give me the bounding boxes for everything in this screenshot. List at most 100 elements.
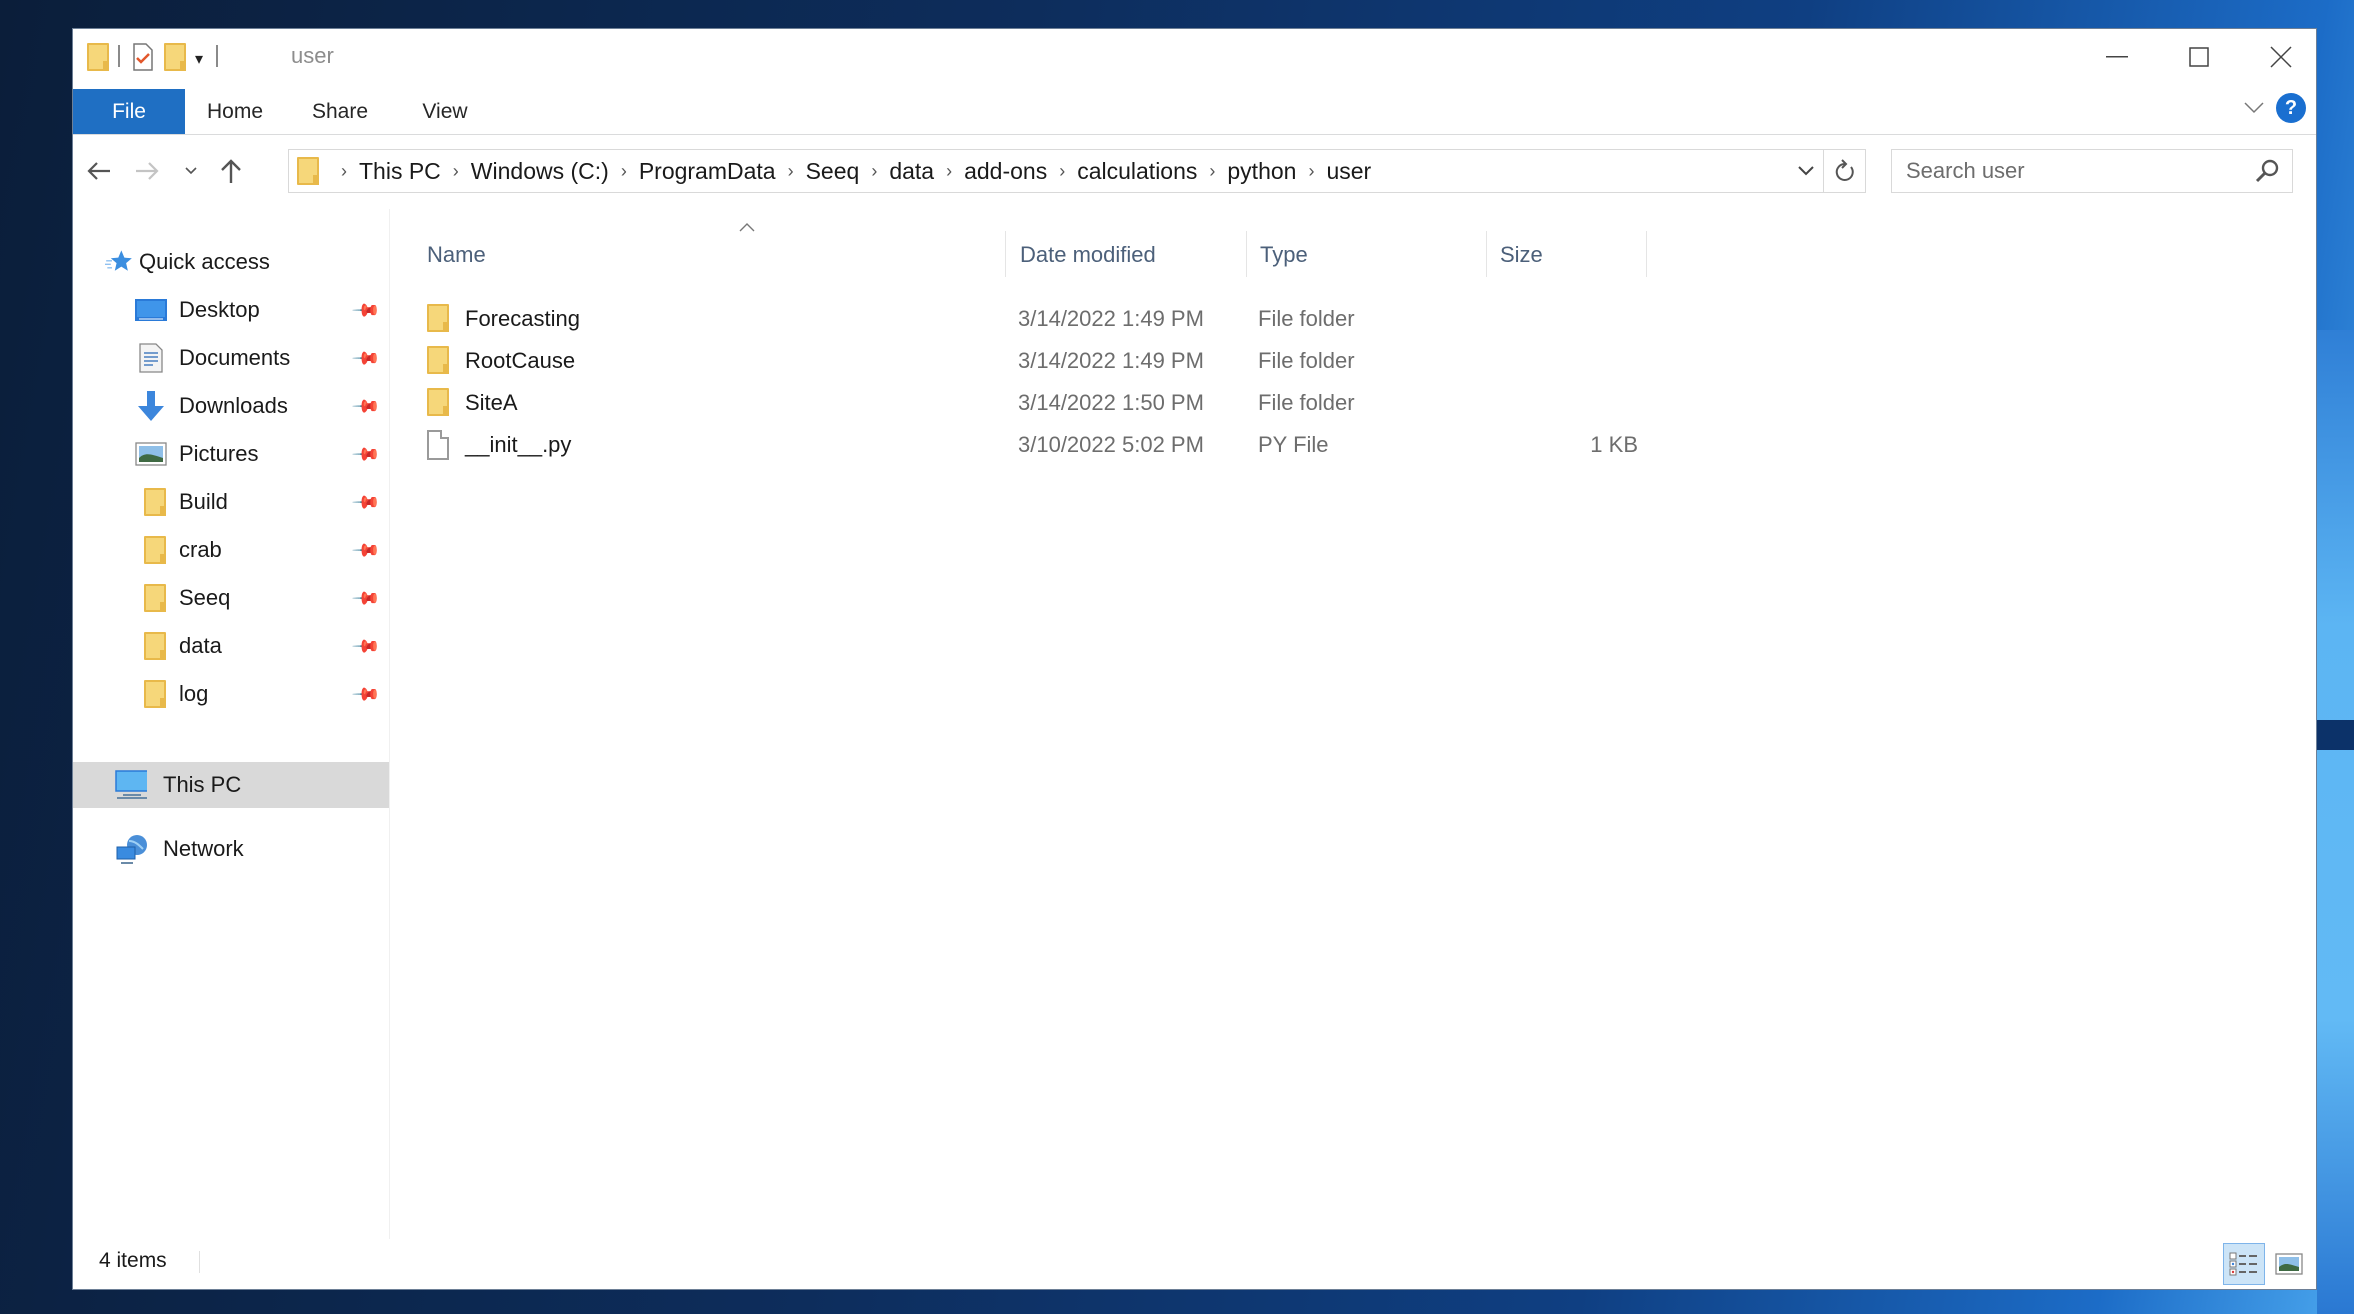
table-row[interactable]: Forecasting 3/14/2022 1:49 PM File folde… [391, 298, 1651, 338]
tab-home[interactable]: Home [185, 89, 285, 134]
sidebar-item-log[interactable]: log 📌 [73, 671, 389, 717]
computer-icon [115, 770, 147, 800]
pin-icon[interactable]: 📌 [351, 631, 382, 662]
sidebar-item-this-pc[interactable]: This PC [73, 762, 389, 808]
recent-locations-button[interactable] [177, 151, 205, 191]
sidebar-item-network[interactable]: Network [73, 826, 389, 872]
breadcrumb-seeq[interactable]: Seeq [806, 158, 860, 185]
ribbon: File Home Share View ? [73, 89, 2316, 135]
pane-divider[interactable] [389, 209, 390, 1239]
breadcrumb-separator[interactable]: › [453, 161, 459, 182]
file-type: PY File [1258, 432, 1329, 457]
column-header-date-modified[interactable]: Date modified [1006, 229, 1246, 281]
file-type: File folder [1258, 306, 1355, 331]
status-bar: 4 items [73, 1237, 2316, 1289]
sidebar-item-documents[interactable]: Documents 📌 [73, 335, 389, 381]
file-icon [427, 430, 449, 460]
navigation-pane: Quick access Desktop 📌 Documents 📌 Downl… [73, 209, 389, 1239]
breadcrumb-add-ons[interactable]: add-ons [964, 158, 1047, 185]
sidebar-item-downloads[interactable]: Downloads 📌 [73, 383, 389, 429]
breadcrumb-separator[interactable]: › [871, 161, 877, 182]
sidebar-item-label: log [179, 681, 209, 706]
toolbar-separator [216, 45, 218, 67]
column-separator[interactable] [1646, 231, 1647, 277]
breadcrumb-separator[interactable]: › [788, 161, 794, 182]
breadcrumb-programdata[interactable]: ProgramData [639, 158, 776, 185]
sidebar-item-pictures[interactable]: Pictures 📌 [73, 431, 389, 477]
expand-ribbon-icon[interactable] [2244, 97, 2264, 120]
file-date: 3/14/2022 1:50 PM [1018, 390, 1204, 415]
breadcrumb-separator[interactable]: › [1308, 161, 1314, 182]
breadcrumb-python[interactable]: python [1227, 158, 1296, 185]
sidebar-item-label: Documents [179, 345, 291, 370]
properties-icon[interactable] [133, 43, 153, 76]
window-title: user [291, 43, 334, 68]
item-count: 4 items [99, 1249, 167, 1272]
network-icon [115, 834, 147, 864]
tab-share[interactable]: Share [285, 89, 395, 134]
folder-icon [139, 631, 171, 661]
sidebar-item-data[interactable]: data 📌 [73, 623, 389, 669]
sidebar-item-quick-access[interactable]: Quick access [73, 239, 389, 285]
sidebar-item-label: crab [179, 537, 222, 562]
details-view-button[interactable] [2223, 1243, 2265, 1285]
pin-icon[interactable]: 📌 [351, 679, 382, 710]
search-input[interactable] [1892, 158, 2232, 184]
pin-icon[interactable]: 📌 [351, 439, 382, 470]
file-name: SiteA [465, 390, 518, 415]
new-folder-icon[interactable] [164, 43, 186, 71]
pin-icon[interactable]: 📌 [351, 295, 382, 326]
file-type: File folder [1258, 390, 1355, 415]
search-icon[interactable] [2254, 158, 2280, 184]
sidebar-item-label: data [179, 633, 222, 658]
search-box[interactable] [1891, 149, 2293, 193]
back-button[interactable] [81, 151, 117, 191]
file-type: File folder [1258, 348, 1355, 373]
help-icon[interactable]: ? [2276, 93, 2306, 123]
table-row[interactable]: RootCause 3/14/2022 1:49 PM File folder [391, 340, 1651, 380]
breadcrumb-user[interactable]: user [1326, 158, 1371, 185]
breadcrumb-separator[interactable]: › [621, 161, 627, 182]
breadcrumb-calculations[interactable]: calculations [1077, 158, 1197, 185]
file-name: Forecasting [465, 306, 580, 331]
pin-icon[interactable]: 📌 [351, 487, 382, 518]
pin-icon[interactable]: 📌 [351, 535, 382, 566]
maximize-button[interactable] [2153, 29, 2245, 85]
refresh-button[interactable] [1824, 149, 1866, 193]
breadcrumb-this-pc[interactable]: This PC [359, 158, 441, 185]
table-row[interactable]: __init__.py 3/10/2022 5:02 PM PY File 1 … [391, 424, 1651, 464]
pin-icon[interactable]: 📌 [351, 583, 382, 614]
folder-icon [139, 535, 171, 565]
sidebar-item-crab[interactable]: crab 📌 [73, 527, 389, 573]
table-row[interactable]: SiteA 3/14/2022 1:50 PM File folder [391, 382, 1651, 422]
tab-file[interactable]: File [73, 89, 185, 134]
tab-view[interactable]: View [395, 89, 495, 134]
large-icons-view-button[interactable] [2268, 1243, 2310, 1285]
sidebar-item-build[interactable]: Build 📌 [73, 479, 389, 525]
column-header-size[interactable]: Size [1486, 229, 1646, 281]
breadcrumb-separator[interactable]: › [1209, 161, 1215, 182]
minimize-button[interactable] [2071, 29, 2163, 85]
column-header-type[interactable]: Type [1246, 229, 1486, 281]
breadcrumb-windows-c[interactable]: Windows (C:) [471, 158, 609, 185]
pin-icon[interactable]: 📌 [351, 343, 382, 374]
desktop-background [2317, 330, 2354, 1314]
file-list: Name Date modified Type Size Forecasting… [391, 209, 2316, 1239]
sidebar-item-label: Desktop [179, 297, 260, 322]
breadcrumb-data[interactable]: data [889, 158, 934, 185]
file-date: 3/14/2022 1:49 PM [1018, 306, 1204, 331]
file-size: 1 KB [1590, 432, 1638, 457]
desktop-taskbar-fragment [2317, 720, 2354, 750]
close-button[interactable] [2235, 29, 2327, 85]
pin-icon[interactable]: 📌 [351, 391, 382, 422]
address-dropdown-button[interactable] [1789, 150, 1823, 192]
sidebar-item-seeq[interactable]: Seeq 📌 [73, 575, 389, 621]
customize-toolbar-icon[interactable]: ▾ [195, 49, 203, 69]
sidebar-item-desktop[interactable]: Desktop 📌 [73, 287, 389, 333]
up-button[interactable] [213, 151, 249, 191]
address-bar[interactable]: › This PC › Windows (C:) › ProgramData ›… [288, 149, 1824, 193]
breadcrumb-separator[interactable]: › [1059, 161, 1065, 182]
column-header-name[interactable]: Name [413, 229, 949, 281]
forward-button[interactable] [129, 151, 165, 191]
breadcrumb-separator[interactable]: › [946, 161, 952, 182]
